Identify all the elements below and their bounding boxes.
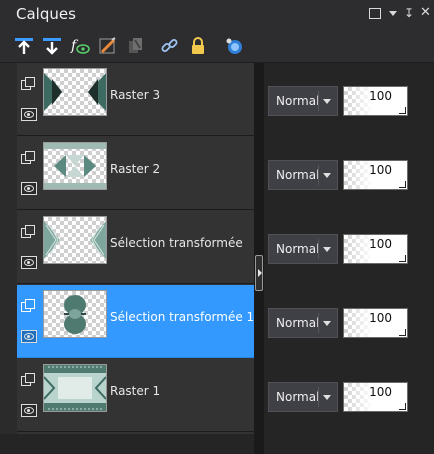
select-separator [318, 91, 319, 111]
new-vector-layer-icon[interactable] [42, 36, 62, 56]
opacity-slider[interactable]: 100 [343, 160, 408, 190]
layer-group-icon[interactable] [21, 225, 35, 238]
adjustment-layer-icon[interactable]: f [70, 36, 90, 56]
blend-mode-value: Normal [276, 242, 320, 256]
layer-name[interactable]: Raster 2 [110, 162, 160, 176]
opacity-slider[interactable]: 100 [343, 382, 408, 412]
opacity-value: 100 [369, 385, 392, 399]
panel-titlebar: Calques ↧ ✕ [0, 0, 434, 30]
opacity-slider[interactable]: 100 [343, 308, 408, 338]
resize-corner-icon [399, 255, 406, 262]
blend-mode-value: Normal [276, 390, 320, 404]
layer-list-footer [0, 434, 254, 454]
blend-mode-select[interactable]: Normal [268, 382, 338, 412]
opacity-value: 100 [369, 237, 392, 251]
blend-mode-value: Normal [276, 316, 320, 330]
mask-icon[interactable] [98, 36, 118, 56]
select-separator [318, 387, 319, 407]
layer-group-icon[interactable] [21, 77, 35, 90]
layer-group-icon[interactable] [21, 151, 35, 164]
select-separator [318, 313, 319, 333]
layers-toolbar: f [0, 30, 434, 62]
select-separator [318, 239, 319, 259]
link-icon[interactable] [160, 36, 180, 56]
blend-mode-value: Normal [276, 94, 320, 108]
layer-thumbnail [43, 216, 107, 264]
select-separator [318, 165, 319, 185]
layer-thumbnail [43, 290, 107, 338]
blend-mode-select[interactable]: Normal [268, 86, 338, 116]
layer-style-icon[interactable] [224, 36, 244, 56]
opacity-value: 100 [369, 89, 392, 103]
opacity-slider[interactable]: 100 [343, 86, 408, 116]
layer-name[interactable]: Sélection transformée 1 [110, 310, 254, 324]
resize-corner-icon [399, 181, 406, 188]
panel-menu-dropdown-icon[interactable] [387, 6, 401, 20]
layer-row-raster-3[interactable]: Raster 3 [17, 63, 254, 136]
layer-group-icon[interactable] [21, 299, 35, 312]
visibility-eye-icon[interactable] [21, 182, 37, 195]
duplicate-icon[interactable] [126, 36, 146, 56]
chevron-down-icon [323, 395, 331, 400]
blend-mode-value: Normal [276, 168, 320, 182]
blend-mode-select[interactable]: Normal [268, 308, 338, 338]
layer-name[interactable]: Raster 1 [110, 384, 160, 398]
visibility-eye-icon[interactable] [21, 330, 37, 343]
lock-icon[interactable] [188, 36, 208, 56]
panel-title: Calques [16, 5, 76, 23]
layer-thumbnail [43, 364, 107, 412]
layer-thumbnail [43, 142, 107, 190]
pin-icon[interactable]: ↧ [404, 6, 418, 20]
panel-splitter-handle[interactable] [255, 255, 263, 291]
chevron-down-icon [323, 173, 331, 178]
resize-corner-icon [399, 403, 406, 410]
opacity-value: 100 [369, 311, 392, 325]
resize-corner-icon [399, 107, 406, 114]
layer-group-icon[interactable] [21, 373, 35, 386]
layer-name[interactable]: Sélection transformée [110, 236, 243, 250]
layer-row-raster-2[interactable]: Raster 2 [17, 137, 254, 210]
layer-row-raster-1[interactable]: Raster 1 [17, 359, 254, 432]
chevron-down-icon [323, 99, 331, 104]
opacity-value: 100 [369, 163, 392, 177]
new-raster-layer-icon[interactable] [14, 36, 34, 56]
opacity-slider[interactable]: 100 [343, 234, 408, 264]
blend-mode-select[interactable]: Normal [268, 234, 338, 264]
float-window-icon[interactable] [368, 6, 382, 20]
visibility-eye-icon[interactable] [21, 256, 37, 269]
chevron-down-icon [323, 247, 331, 252]
blend-mode-select[interactable]: Normal [268, 160, 338, 190]
layer-thumbnail [43, 68, 107, 116]
layer-row-selection-transformee-1[interactable]: Sélection transformée 1 [17, 285, 254, 358]
visibility-eye-icon[interactable] [21, 108, 37, 121]
layer-name[interactable]: Raster 3 [110, 88, 160, 102]
resize-corner-icon [399, 329, 406, 336]
close-icon[interactable]: ✕ [420, 6, 434, 20]
visibility-eye-icon[interactable] [21, 404, 37, 417]
layer-row-selection-transformee[interactable]: Sélection transformée [17, 211, 254, 284]
chevron-down-icon [323, 321, 331, 326]
